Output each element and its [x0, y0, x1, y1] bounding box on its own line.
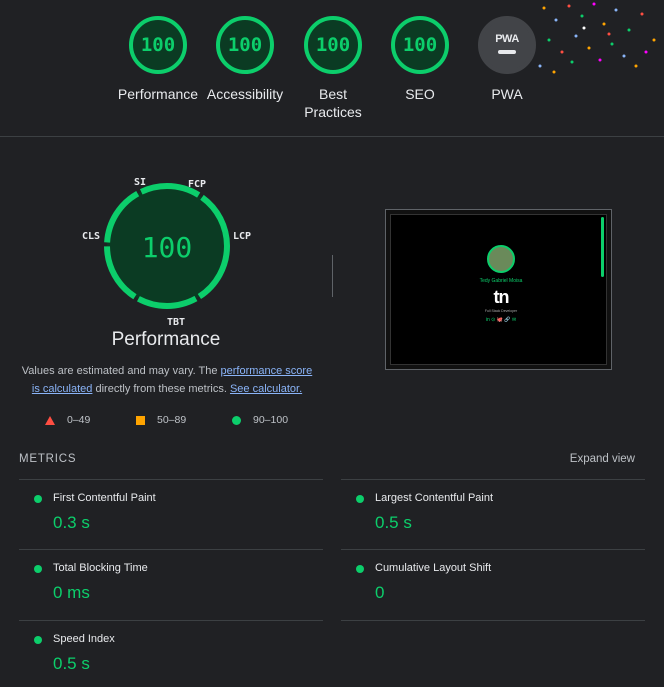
performance-title: Performance [111, 329, 221, 350]
performance-score-ring: 100 [129, 16, 187, 74]
metric-name: Cumulative Layout Shift [375, 562, 492, 574]
gauge-label-si: SI [134, 177, 146, 188]
metric-si: Speed Index 0.5 s [19, 620, 323, 687]
performance-section: 100 SI FCP LCP CLS TBT Performance Value… [0, 137, 664, 437]
performance-label: Performance [117, 86, 199, 102]
desc-text-1: Values are estimated and may vary. The [21, 365, 221, 377]
performance-gauge: 100 SI FCP LCP CLS TBT [82, 177, 251, 328]
screenshot-scrollbar [601, 217, 604, 277]
pwa-badge-text: PWA [495, 32, 519, 45]
expand-view-button[interactable]: Expand view [570, 453, 635, 465]
metric-name: Total Blocking Time [53, 562, 148, 574]
legend-pass-label: 90–100 [253, 414, 289, 426]
pwa-label: PWA [491, 86, 523, 102]
metric-name: Largest Contentful Paint [375, 492, 494, 504]
circle-icon [232, 415, 241, 425]
metric-value: 0.5 s [53, 654, 90, 673]
metric-name: First Contentful Paint [53, 492, 156, 504]
best-practices-label: Best Practices [304, 86, 362, 120]
gauge-label-lcp: LCP [233, 231, 251, 242]
metric-value: 0.3 s [53, 513, 90, 532]
metric-value: 0 ms [53, 583, 90, 602]
metric-lcp: Largest Contentful Paint 0.5 s [341, 479, 645, 549]
pwa-badge: PWA [478, 16, 536, 74]
seo-score-ring: 100 [391, 16, 449, 74]
metrics-heading: METRICS [19, 453, 77, 465]
pwa-dash-icon [498, 49, 516, 54]
gauge-label-cls: CLS [82, 231, 100, 242]
metric-name: Speed Index [53, 633, 115, 645]
accessibility-score-ring: 100 [216, 16, 274, 74]
category-performance[interactable]: 100 Performance [113, 16, 203, 103]
seo-label: SEO [405, 86, 435, 102]
see-calculator-link[interactable]: See calculator. [230, 383, 302, 395]
confetti-decoration [538, 2, 656, 74]
legend-pass: 90–100 [232, 414, 288, 426]
metric-value: 0 [375, 583, 385, 602]
metric-fcp: First Contentful Paint 0.3 s [19, 479, 323, 549]
category-gauges-bar: 100 Performance 100 Accessibility 100 Be… [0, 0, 664, 137]
screenshot-name: Tedy Gabriel Moisa [479, 278, 523, 284]
gauge-label-tbt: TBT [167, 317, 185, 328]
gauge-label-fcp: FCP [188, 179, 206, 190]
category-best-practices[interactable]: 100 Best Practices [288, 16, 378, 121]
category-accessibility[interactable]: 100 Accessibility [200, 16, 290, 103]
pass-dot-icon [34, 565, 42, 573]
category-seo[interactable]: 100 SEO [375, 16, 465, 103]
triangle-icon [45, 415, 55, 425]
metric-cls: Cumulative Layout Shift 0 [341, 549, 645, 619]
metric-tbt: Total Blocking Time 0 ms [19, 549, 323, 619]
pass-dot-icon [356, 565, 364, 573]
accessibility-label: Accessibility [206, 86, 284, 102]
final-screenshot[interactable]: Tedy Gabriel Moisa tn Full Stack Develop… [385, 209, 612, 370]
best-practices-score-ring: 100 [304, 16, 362, 74]
screenshot-subtitle: Full Stack Developer [484, 309, 518, 313]
metric-value: 0.5 s [375, 513, 412, 532]
legend-average: 50–89 [136, 414, 186, 426]
screenshot-frame: Tedy Gabriel Moisa tn Full Stack Develop… [390, 214, 607, 365]
performance-description: Values are estimated and may vary. The p… [20, 362, 314, 398]
pass-dot-icon [34, 636, 42, 644]
metric-divider [341, 620, 645, 621]
avatar [487, 245, 515, 273]
square-icon [136, 415, 145, 425]
pass-dot-icon [34, 495, 42, 503]
screenshot-social-icons: in ⊙ 🐙 🔗 ✉ [485, 317, 517, 323]
gauge-score: 100 [142, 231, 193, 264]
desc-text-2: directly from these metrics. [92, 383, 230, 395]
pass-dot-icon [356, 495, 364, 503]
section-divider [332, 255, 333, 297]
screenshot-logo: tn [493, 287, 510, 307]
legend-fail: 0–49 [45, 414, 90, 426]
legend-fail-label: 0–49 [67, 414, 91, 426]
legend-average-label: 50–89 [157, 414, 187, 426]
